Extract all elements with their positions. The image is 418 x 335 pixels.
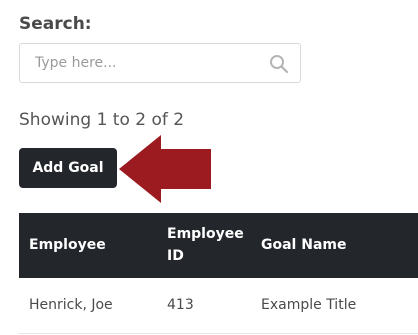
column-header-employee-id[interactable]: Employee ID <box>167 223 247 267</box>
table-row[interactable]: Henrick, Joe 413 Example Title <box>19 278 418 334</box>
column-header-goal-name[interactable]: Goal Name <box>261 234 346 256</box>
showing-info: Showing 1 to 2 of 2 <box>19 110 185 130</box>
column-header-employee[interactable]: Employee <box>29 234 106 256</box>
search-field[interactable] <box>19 43 301 83</box>
search-label: Search: <box>19 14 92 34</box>
left-arrow-icon <box>119 135 211 203</box>
table-header: Employee Employee ID Goal Name <box>19 213 418 278</box>
cell-employee-id: 413 <box>167 297 194 313</box>
search-icon[interactable] <box>269 54 289 74</box>
page: Search: Showing 1 to 2 of 2 Add Goal Emp… <box>0 0 418 335</box>
add-goal-button[interactable]: Add Goal <box>19 148 117 188</box>
cell-employee: Henrick, Joe <box>29 297 113 313</box>
search-input[interactable] <box>20 44 260 82</box>
cell-goal-name: Example Title <box>261 297 357 313</box>
